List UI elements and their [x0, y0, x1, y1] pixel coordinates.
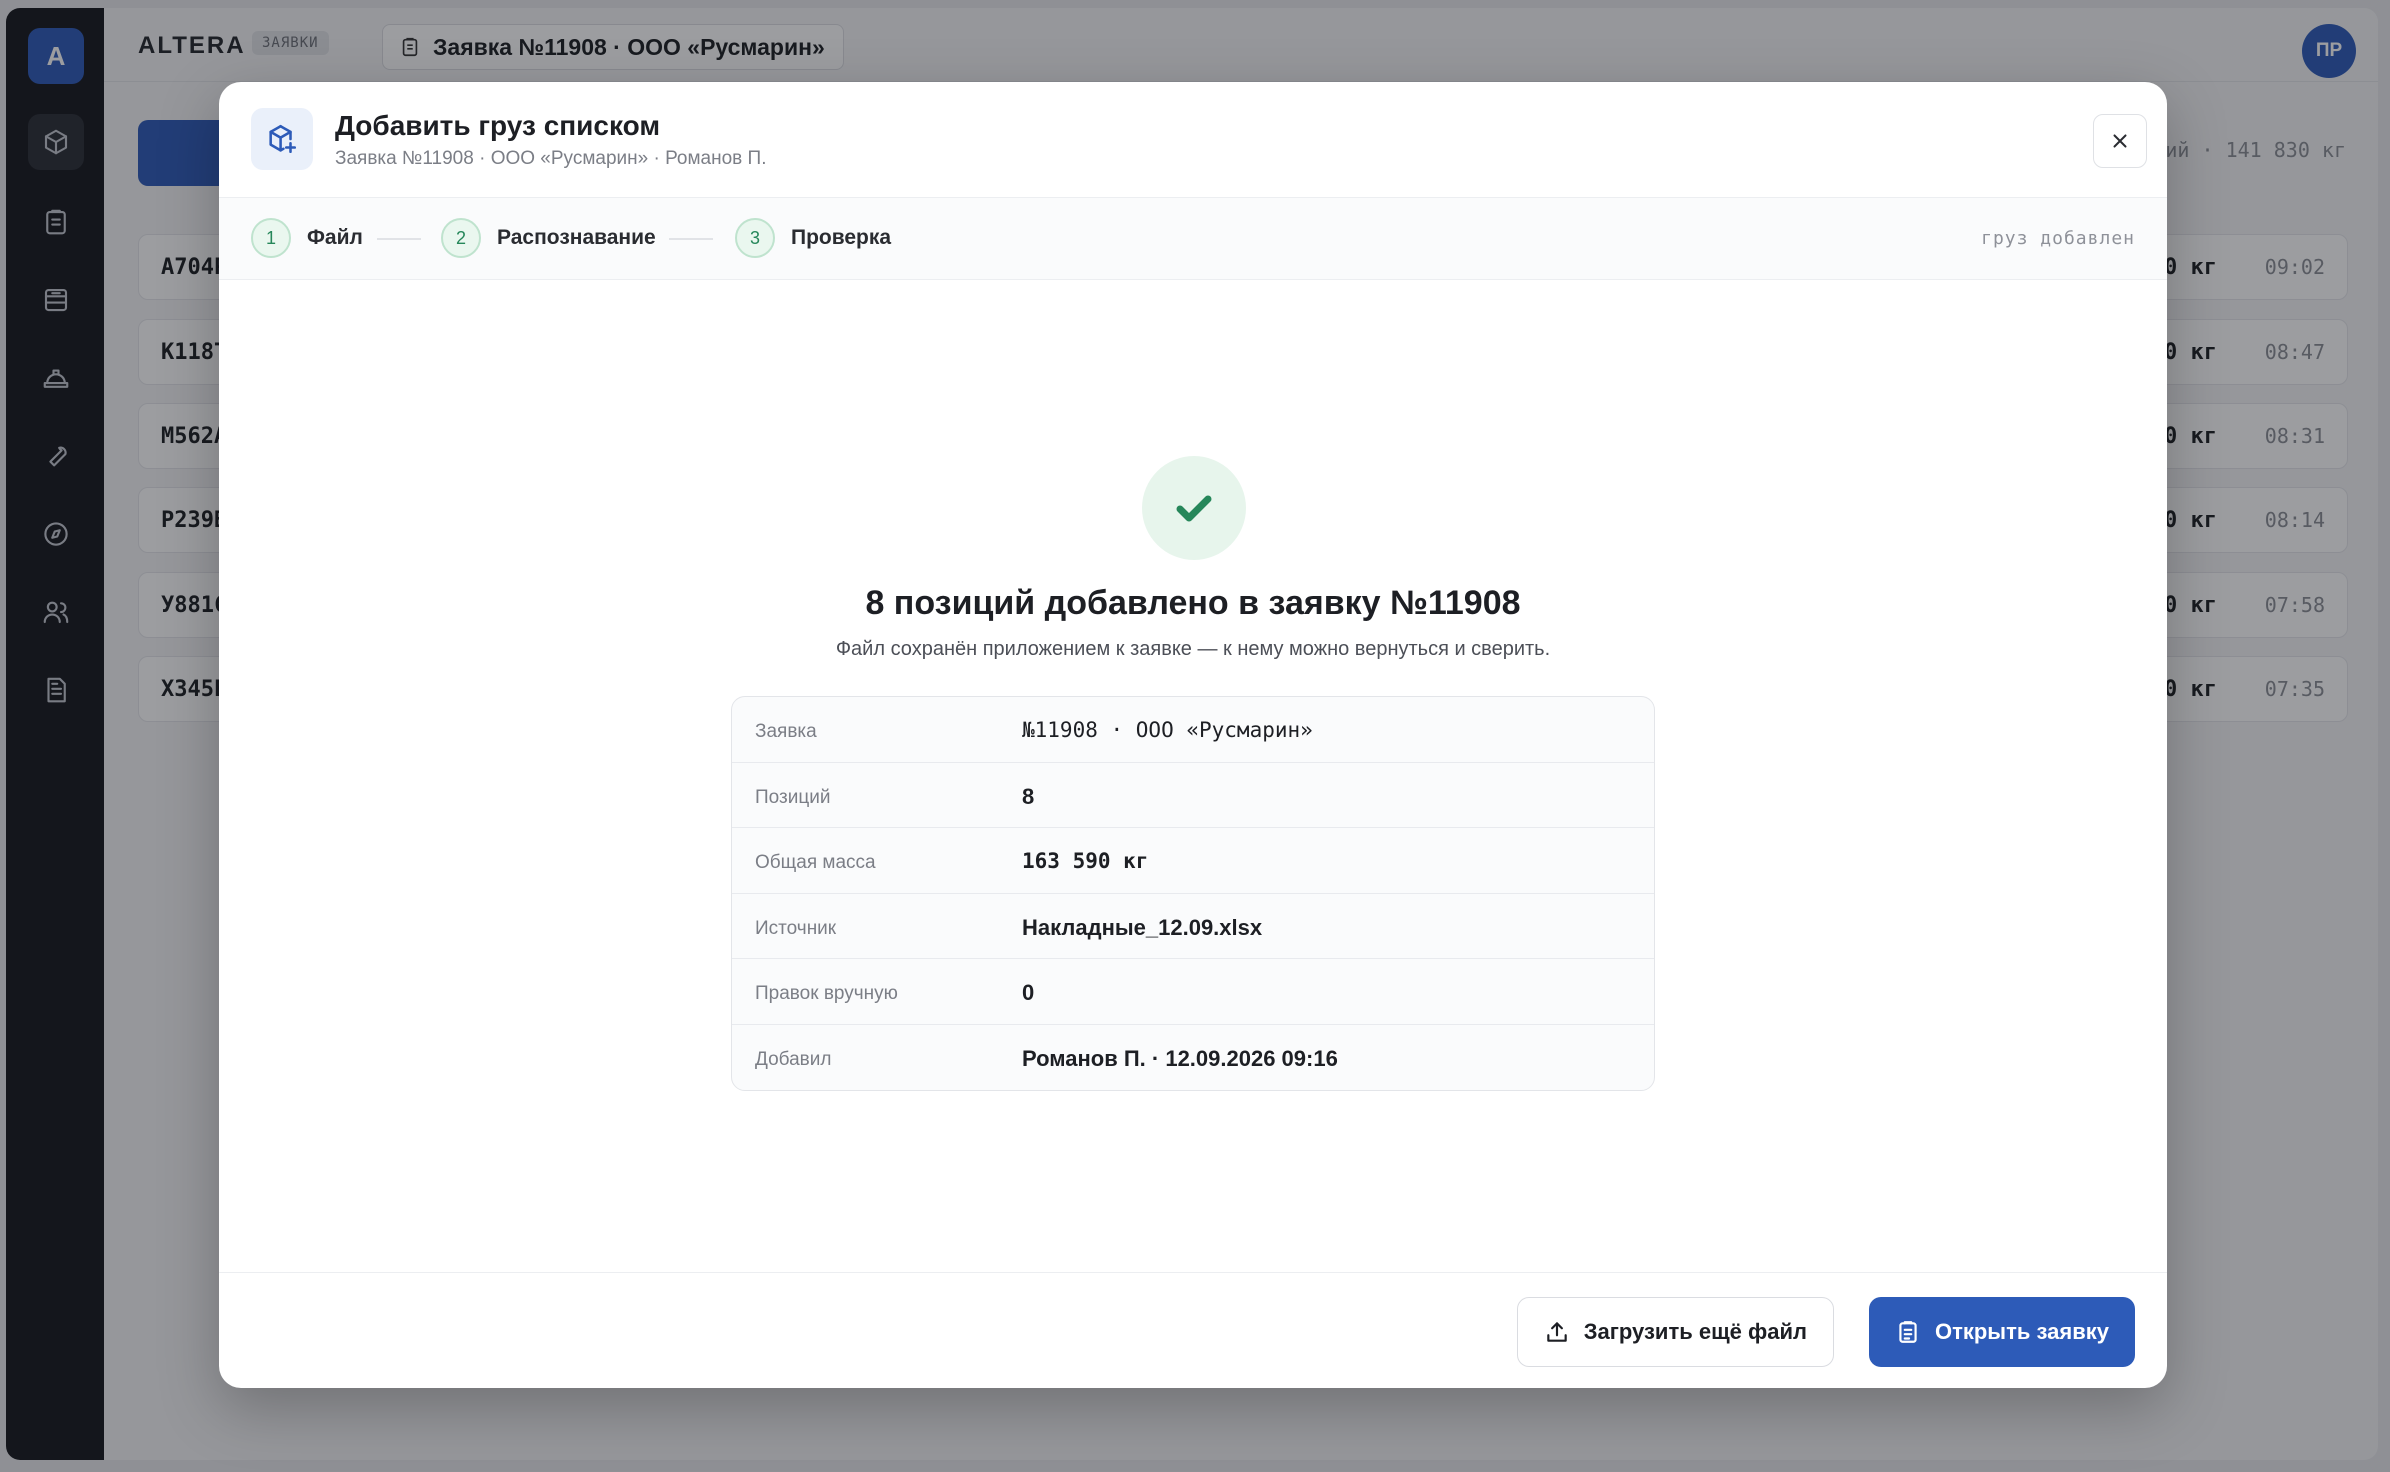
summary-label: Общая масса [755, 852, 876, 873]
summary-label: Добавил [755, 1048, 832, 1070]
stepper: 1 Файл 2 Распознавание 3 Проверка груз д… [219, 198, 2167, 280]
step-divider [669, 238, 713, 240]
success-title: 8 позиций добавлено в заявку №11908 [865, 584, 1521, 622]
add-cargo-list-dialog: Добавить груз списком Заявка №11908 · ОО… [219, 82, 2167, 1388]
dialog-footer: Загрузить ещё файл Открыть заявку [219, 1272, 2167, 1388]
upload-more-button[interactable]: Загрузить ещё файл [1516, 1297, 1834, 1367]
step-status: груз добавлен [1981, 228, 2135, 249]
step-label: Распознавание [497, 226, 656, 249]
summary-table: Заявка №11908 · ООО «Русмарин» Позиций 8… [731, 696, 1655, 1091]
summary-value: №11908 · ООО «Русмарин» [1022, 718, 1313, 742]
dialog-subtitle: Заявка №11908 · ООО «Русмарин» · Романов… [335, 148, 767, 169]
step-divider [377, 238, 421, 240]
close-icon [2113, 134, 2127, 148]
summary-row-manual-edits: Правок вручную 0 [732, 959, 1654, 1025]
success-badge [1142, 456, 1246, 560]
open-request-label: Открыть заявку [1934, 1319, 2109, 1344]
dialog-title: Добавить груз списком [335, 110, 661, 141]
summary-value: Накладные_12.09.xlsx [1022, 914, 1263, 940]
package-add-icon [251, 108, 313, 170]
step-number: 2 [441, 218, 481, 258]
open-request-button[interactable]: Открыть заявку [1868, 1297, 2135, 1367]
summary-row-added-by: Добавил Романов П. · 12.09.2026 09:16 [732, 1025, 1654, 1091]
step-label: Файл [307, 226, 363, 249]
summary-value: 0 [1022, 980, 1035, 1005]
step-review: 3 Проверка [735, 218, 891, 258]
summary-row-mass: Общая масса 163 590 кг [732, 828, 1654, 894]
summary-value: 8 [1022, 783, 1035, 809]
close-button[interactable] [2093, 114, 2147, 168]
check-icon [1176, 495, 1212, 522]
step-number: 3 [735, 218, 775, 258]
step-number: 1 [251, 218, 291, 258]
summary-label: Правок вручную [755, 983, 898, 1004]
summary-label: Позиций [755, 786, 831, 808]
summary-value: 163 590 кг [1022, 849, 1149, 873]
upload-icon [1546, 1322, 1567, 1342]
summary-label: Заявка [755, 721, 817, 742]
dialog-header: Добавить груз списком Заявка №11908 · ОО… [219, 82, 2167, 198]
step-recognition: 2 Распознавание [441, 218, 656, 258]
step-file: 1 Файл [251, 218, 363, 258]
summary-value: Романов П. · 12.09.2026 09:16 [1022, 1045, 1338, 1071]
clipboard-icon [1899, 1321, 1917, 1343]
summary-row-source: Источник Накладные_12.09.xlsx [732, 894, 1654, 959]
upload-more-label: Загрузить ещё файл [1583, 1319, 1807, 1344]
summary-row-positions: Позиций 8 [732, 763, 1654, 828]
step-label: Проверка [791, 226, 892, 249]
summary-row-request: Заявка №11908 · ООО «Русмарин» [732, 697, 1654, 763]
success-subtitle: Файл сохранён приложением к заявке — к н… [835, 638, 1551, 660]
summary-label: Источник [755, 917, 837, 939]
